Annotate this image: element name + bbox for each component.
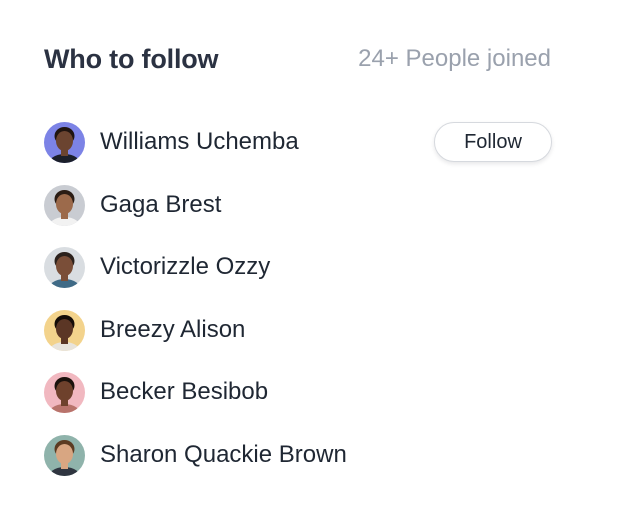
avatar-photo-icon xyxy=(44,184,85,226)
list-item[interactable]: Victorizzle Ozzy xyxy=(44,247,554,310)
list-item[interactable]: Breezy Alison xyxy=(44,309,554,373)
list-item[interactable]: Becker Besibob xyxy=(44,372,554,435)
avatar[interactable] xyxy=(44,247,85,289)
who-to-follow-panel: Who to follow 24+ People joined Williams… xyxy=(0,0,631,519)
avatar[interactable] xyxy=(44,372,85,414)
avatar[interactable] xyxy=(44,434,85,476)
avatar[interactable] xyxy=(44,122,85,163)
panel-header: Who to follow 24+ People joined xyxy=(44,42,551,82)
avatar-photo-icon xyxy=(44,122,85,163)
person-name[interactable]: Gaga Brest xyxy=(100,191,221,219)
person-name[interactable]: Sharon Quackie Brown xyxy=(100,441,347,469)
people-joined-count: 24+ People joined xyxy=(358,45,551,72)
person-name[interactable]: Williams Uchemba xyxy=(100,128,299,156)
avatar-photo-icon xyxy=(44,247,85,289)
list-item[interactable]: Williams Uchemba Follow xyxy=(44,122,554,185)
suggestion-list: Williams Uchemba Follow Gaga Brest Victoriz… xyxy=(44,122,554,498)
avatar-photo-icon xyxy=(44,309,85,351)
panel-title: Who to follow xyxy=(44,44,219,74)
avatar[interactable] xyxy=(44,309,85,351)
person-name[interactable]: Breezy Alison xyxy=(100,316,245,344)
follow-button[interactable]: Follow xyxy=(434,122,552,162)
avatar-photo-icon xyxy=(44,372,85,414)
list-item[interactable]: Sharon Quackie Brown xyxy=(44,434,554,498)
list-item[interactable]: Gaga Brest xyxy=(44,184,554,248)
person-name[interactable]: Victorizzle Ozzy xyxy=(100,253,270,281)
avatar[interactable] xyxy=(44,184,85,226)
person-name[interactable]: Becker Besibob xyxy=(100,378,268,406)
avatar-photo-icon xyxy=(44,434,85,476)
